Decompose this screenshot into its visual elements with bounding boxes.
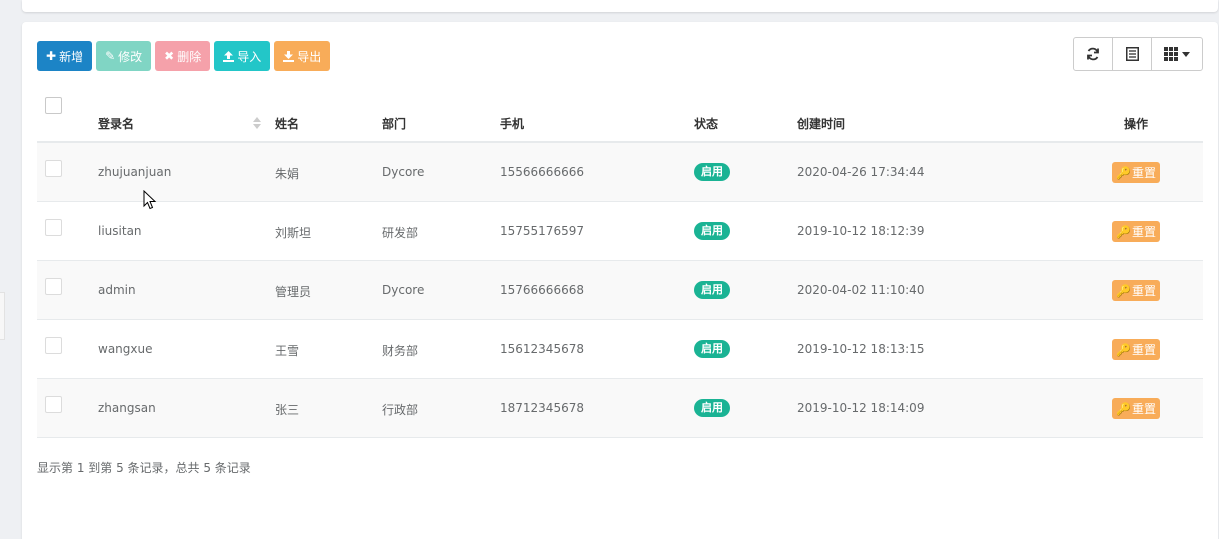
table-row[interactable]: wangxue 王雪 财务部 15612345678 启用 2019-10-12… (37, 320, 1203, 379)
edit-button[interactable]: ✎ 修改 (96, 41, 152, 71)
reset-password-button[interactable]: 🔑 重置 (1112, 398, 1160, 419)
table-header: 登录名 姓名 部门 手机 状态 创建时间 操作 (37, 88, 1203, 143)
row-checkbox[interactable] (45, 278, 62, 295)
header-created: 创建时间 (797, 117, 846, 131)
cell-phone: 15612345678 (500, 342, 584, 356)
cell-name: 刘斯坦 (275, 226, 312, 240)
cell-name: 王雪 (275, 344, 300, 358)
cell-created: 2020-04-26 17:34:44 (797, 165, 925, 179)
reset-password-button[interactable]: 🔑 重置 (1112, 221, 1160, 242)
upload-icon (223, 50, 235, 62)
toggle-view-button[interactable] (1113, 38, 1152, 70)
pagination-summary: 显示第 1 到第 5 条记录，总共 5 条记录 (37, 461, 251, 475)
add-button[interactable]: ✚ 新增 (37, 41, 93, 71)
sidebar-toggle-tab[interactable] (0, 292, 5, 340)
cell-name: 管理员 (275, 285, 312, 299)
key-icon: 🔑 (1116, 401, 1131, 416)
grid-icon (1164, 47, 1178, 61)
key-icon: 🔑 (1116, 224, 1131, 239)
edit-icon: ✎ (105, 49, 116, 63)
row-checkbox[interactable] (45, 219, 62, 236)
table-row[interactable]: admin 管理员 Dycore 15766666668 启用 2020-04-… (37, 261, 1203, 320)
row-checkbox[interactable] (45, 337, 62, 354)
cell-dept: Dycore (382, 283, 425, 297)
header-login[interactable]: 登录名 (98, 115, 134, 132)
cell-created: 2019-10-12 18:12:39 (797, 224, 925, 238)
cell-login: zhangsan (98, 401, 156, 415)
cell-login: admin (98, 283, 136, 297)
reset-password-button[interactable]: 🔑 重置 (1112, 280, 1160, 301)
table-tools (1073, 37, 1203, 71)
cell-created: 2019-10-12 18:13:15 (797, 342, 925, 356)
toolbar: ✚ 新增 ✎ 修改 ✖ 删除 导入 导出 (37, 41, 331, 71)
remove-icon: ✖ (164, 49, 175, 63)
status-badge[interactable]: 启用 (694, 340, 730, 358)
user-table: 登录名 姓名 部门 手机 状态 创建时间 操作 zhujuanjuan 朱娟 D… (37, 88, 1203, 438)
refresh-button[interactable] (1074, 38, 1113, 70)
refresh-icon (1087, 47, 1099, 61)
export-button[interactable]: 导出 (274, 41, 331, 71)
cell-phone: 15766666668 (500, 283, 584, 297)
key-icon: 🔑 (1116, 283, 1131, 298)
cell-dept: 研发部 (382, 226, 419, 240)
top-panel (22, 0, 1218, 12)
reset-password-button[interactable]: 🔑 重置 (1112, 339, 1160, 360)
row-checkbox[interactable] (45, 396, 62, 413)
status-badge[interactable]: 启用 (694, 163, 730, 181)
header-actions: 操作 (1124, 117, 1149, 131)
cell-phone: 18712345678 (500, 401, 584, 415)
delete-button[interactable]: ✖ 删除 (155, 41, 211, 71)
cell-login: zhujuanjuan (98, 165, 172, 179)
cell-phone: 15566666666 (500, 165, 584, 179)
cell-dept: 财务部 (382, 344, 419, 358)
header-phone: 手机 (500, 117, 525, 131)
select-all-checkbox[interactable] (45, 97, 62, 114)
cell-name: 朱娟 (275, 167, 300, 181)
columns-dropdown-button[interactable] (1152, 38, 1202, 70)
cell-login: liusitan (98, 224, 142, 238)
cell-created: 2020-04-02 11:10:40 (797, 283, 925, 297)
import-button[interactable]: 导入 (214, 41, 271, 71)
table-row[interactable]: liusitan 刘斯坦 研发部 15755176597 启用 2019-10-… (37, 202, 1203, 261)
mouse-cursor-icon (143, 190, 157, 210)
sort-icon[interactable] (253, 115, 261, 131)
cell-dept: 行政部 (382, 403, 419, 417)
user-list-panel: ✚ 新增 ✎ 修改 ✖ 删除 导入 导出 登录名 姓名 部门 手机 状态 创建时… (22, 22, 1218, 539)
key-icon: 🔑 (1116, 165, 1131, 180)
cell-name: 张三 (275, 403, 300, 417)
cell-login: wangxue (98, 342, 153, 356)
download-icon (283, 50, 295, 62)
key-icon: 🔑 (1116, 342, 1131, 357)
header-name: 姓名 (275, 117, 300, 131)
reset-password-button[interactable]: 🔑 重置 (1112, 162, 1160, 183)
header-status: 状态 (694, 117, 719, 131)
caret-down-icon (1182, 51, 1190, 57)
status-badge[interactable]: 启用 (694, 281, 730, 299)
row-checkbox[interactable] (45, 160, 62, 177)
list-icon (1125, 47, 1139, 61)
cell-phone: 15755176597 (500, 224, 584, 238)
status-badge[interactable]: 启用 (694, 399, 730, 417)
status-badge[interactable]: 启用 (694, 222, 730, 240)
table-row[interactable]: zhujuanjuan 朱娟 Dycore 15566666666 启用 202… (37, 143, 1203, 202)
header-dept: 部门 (382, 117, 407, 131)
table-row[interactable]: zhangsan 张三 行政部 18712345678 启用 2019-10-1… (37, 379, 1203, 438)
plus-icon: ✚ (46, 49, 57, 63)
cell-created: 2019-10-12 18:14:09 (797, 401, 925, 415)
cell-dept: Dycore (382, 165, 425, 179)
